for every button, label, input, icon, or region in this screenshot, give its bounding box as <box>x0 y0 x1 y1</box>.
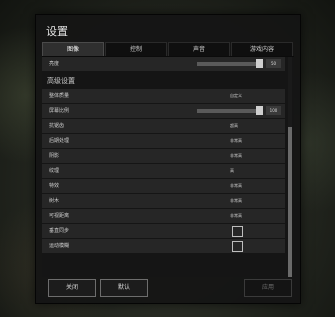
setting-row-screen-scale: 屏幕比例 100 <box>42 104 285 119</box>
setting-value: 高 <box>230 168 234 173</box>
setting-label: 整体质量 <box>49 93 70 99</box>
setting-label: 树木 <box>49 198 60 204</box>
setting-row-brightness: 亮度 50 <box>42 57 285 72</box>
setting-row-antialiasing[interactable]: 抗锯齿 超高 <box>42 119 285 134</box>
setting-row-trees[interactable]: 树木 非常高 <box>42 194 285 209</box>
brightness-value: 50 <box>266 59 281 68</box>
tab-game-content[interactable]: 游戏内容 <box>231 42 293 56</box>
tab-controls[interactable]: 控制 <box>105 42 167 56</box>
scrollbar-thumb[interactable] <box>288 127 292 277</box>
setting-label: 阴影 <box>49 153 60 159</box>
setting-row-textures[interactable]: 纹理 高 <box>42 164 285 179</box>
settings-window: 设置 图像 控制 声音 游戏内容 亮度 50 高级设置 整体质量 自定义 屏幕比… <box>35 14 301 304</box>
tab-bar: 图像 控制 声音 游戏内容 <box>42 42 294 57</box>
settings-list: 亮度 50 高级设置 整体质量 自定义 屏幕比例 100 抗锯齿 超高 后期处理… <box>42 57 294 277</box>
setting-value: 非常高 <box>230 198 242 203</box>
screen-scale-slider[interactable] <box>197 109 262 113</box>
section-title: 高级设置 <box>47 77 75 85</box>
vsync-checkbox[interactable] <box>232 226 243 237</box>
setting-value: 非常高 <box>230 213 242 218</box>
setting-row-motion-blur: 运动模糊 <box>42 239 285 254</box>
setting-row-vsync: 垂直同步 <box>42 224 285 239</box>
setting-value: 非常高 <box>230 138 242 143</box>
setting-label: 可视距离 <box>49 213 70 219</box>
setting-label: 运动模糊 <box>49 243 70 249</box>
setting-row-effects[interactable]: 特效 非常高 <box>42 179 285 194</box>
setting-value: 自定义 <box>230 93 242 98</box>
tab-graphics[interactable]: 图像 <box>42 42 104 56</box>
setting-label: 垂直同步 <box>49 228 70 234</box>
setting-label: 屏幕比例 <box>49 108 70 114</box>
setting-label: 亮度 <box>49 61 60 67</box>
close-button[interactable]: 关闭 <box>48 279 96 297</box>
setting-row-post-processing[interactable]: 后期处理 非常高 <box>42 134 285 149</box>
screen-scale-value: 100 <box>266 106 281 115</box>
setting-label: 抗锯齿 <box>49 123 65 129</box>
apply-button[interactable]: 应用 <box>244 279 292 297</box>
brightness-slider-thumb[interactable] <box>256 59 263 68</box>
setting-row-shadows[interactable]: 阴影 非常高 <box>42 149 285 164</box>
defaults-button[interactable]: 默认 <box>100 279 148 297</box>
setting-row-view-distance[interactable]: 可视距离 非常高 <box>42 209 285 224</box>
tab-sound[interactable]: 声音 <box>168 42 230 56</box>
setting-label: 特效 <box>49 183 60 189</box>
motion-blur-checkbox[interactable] <box>232 241 243 252</box>
setting-row-overall-quality[interactable]: 整体质量 自定义 <box>42 89 285 104</box>
scrollbar[interactable] <box>288 57 292 277</box>
screen-scale-slider-thumb[interactable] <box>256 106 263 115</box>
setting-value: 非常高 <box>230 153 242 158</box>
setting-value: 非常高 <box>230 183 242 188</box>
setting-label: 纹理 <box>49 168 60 174</box>
brightness-slider[interactable] <box>197 62 262 66</box>
setting-value: 超高 <box>230 123 238 128</box>
setting-label: 后期处理 <box>49 138 70 144</box>
window-title: 设置 <box>46 25 68 38</box>
